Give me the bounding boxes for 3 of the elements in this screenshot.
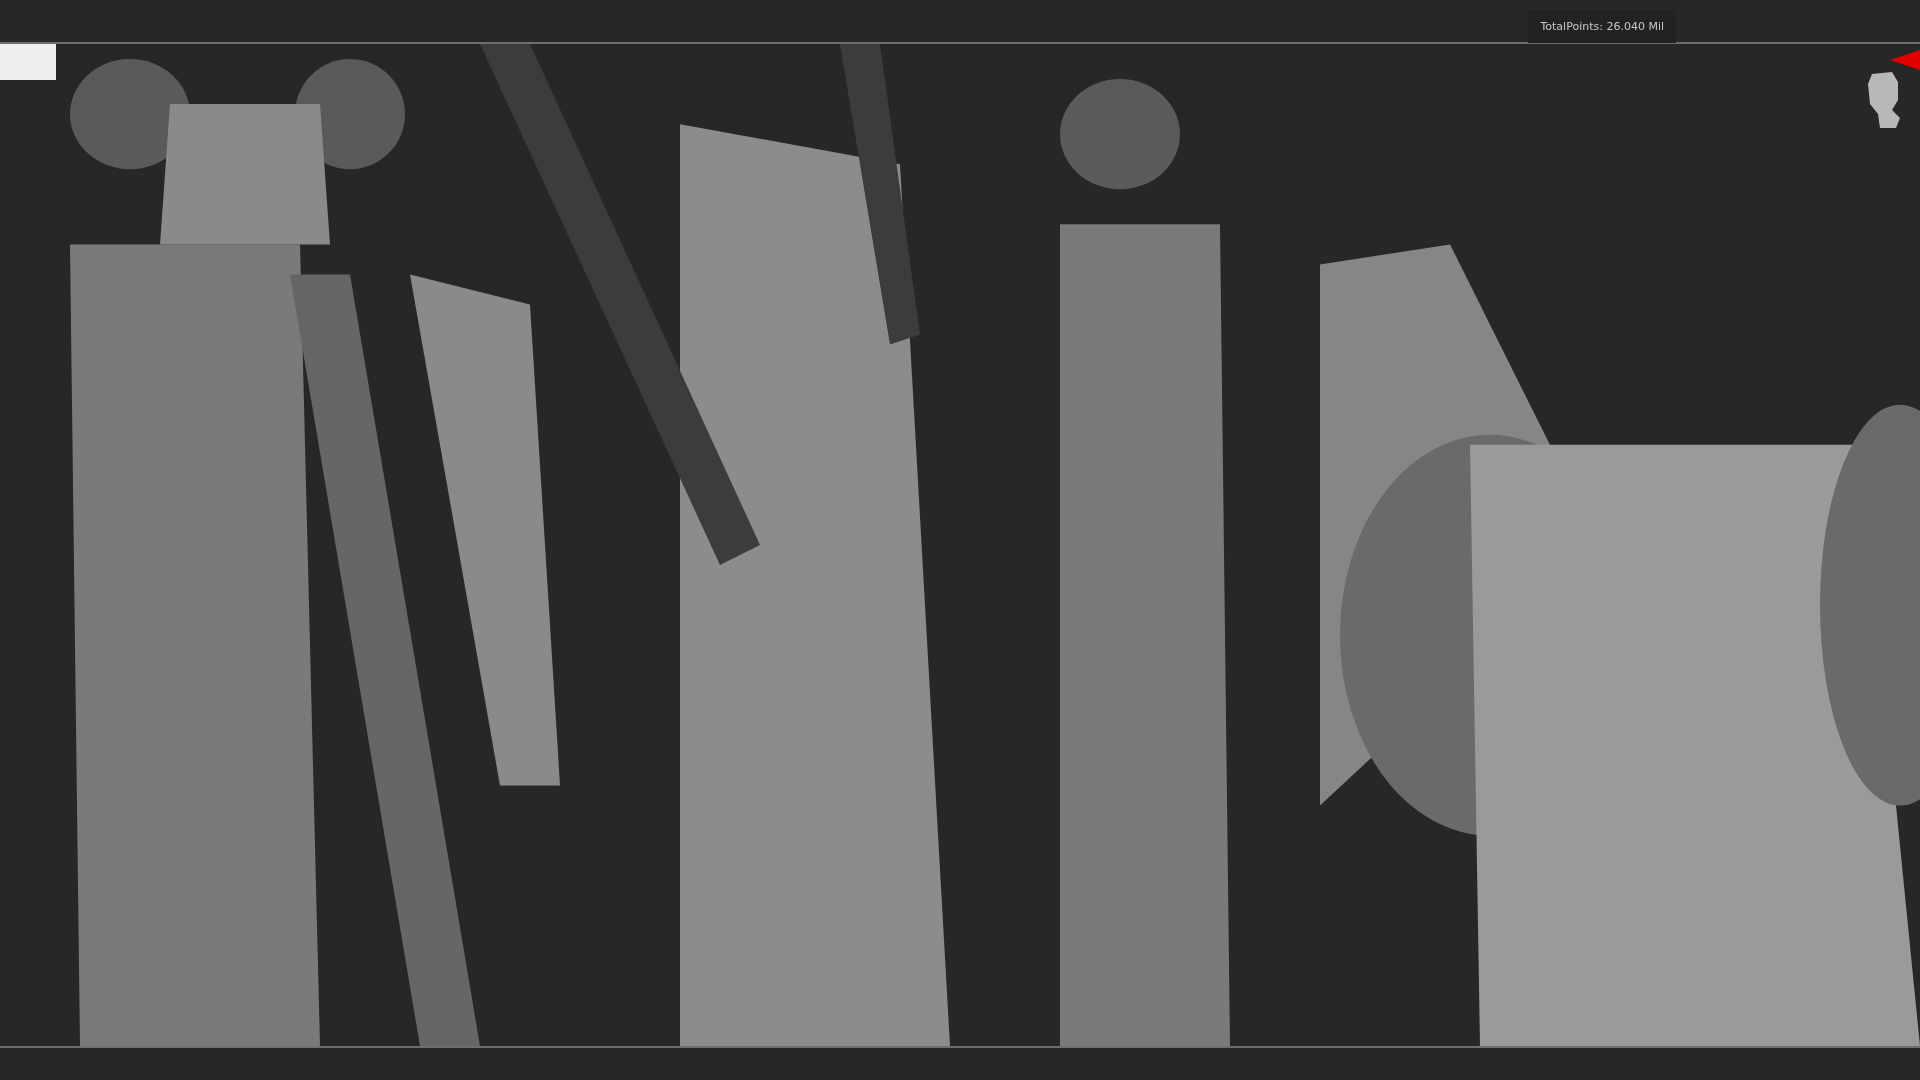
triangle-pointer-icon bbox=[1890, 50, 1920, 70]
thumbnail-placeholder bbox=[0, 44, 56, 80]
total-points-label: TotalPoints: 26.040 Mil bbox=[1528, 10, 1676, 43]
